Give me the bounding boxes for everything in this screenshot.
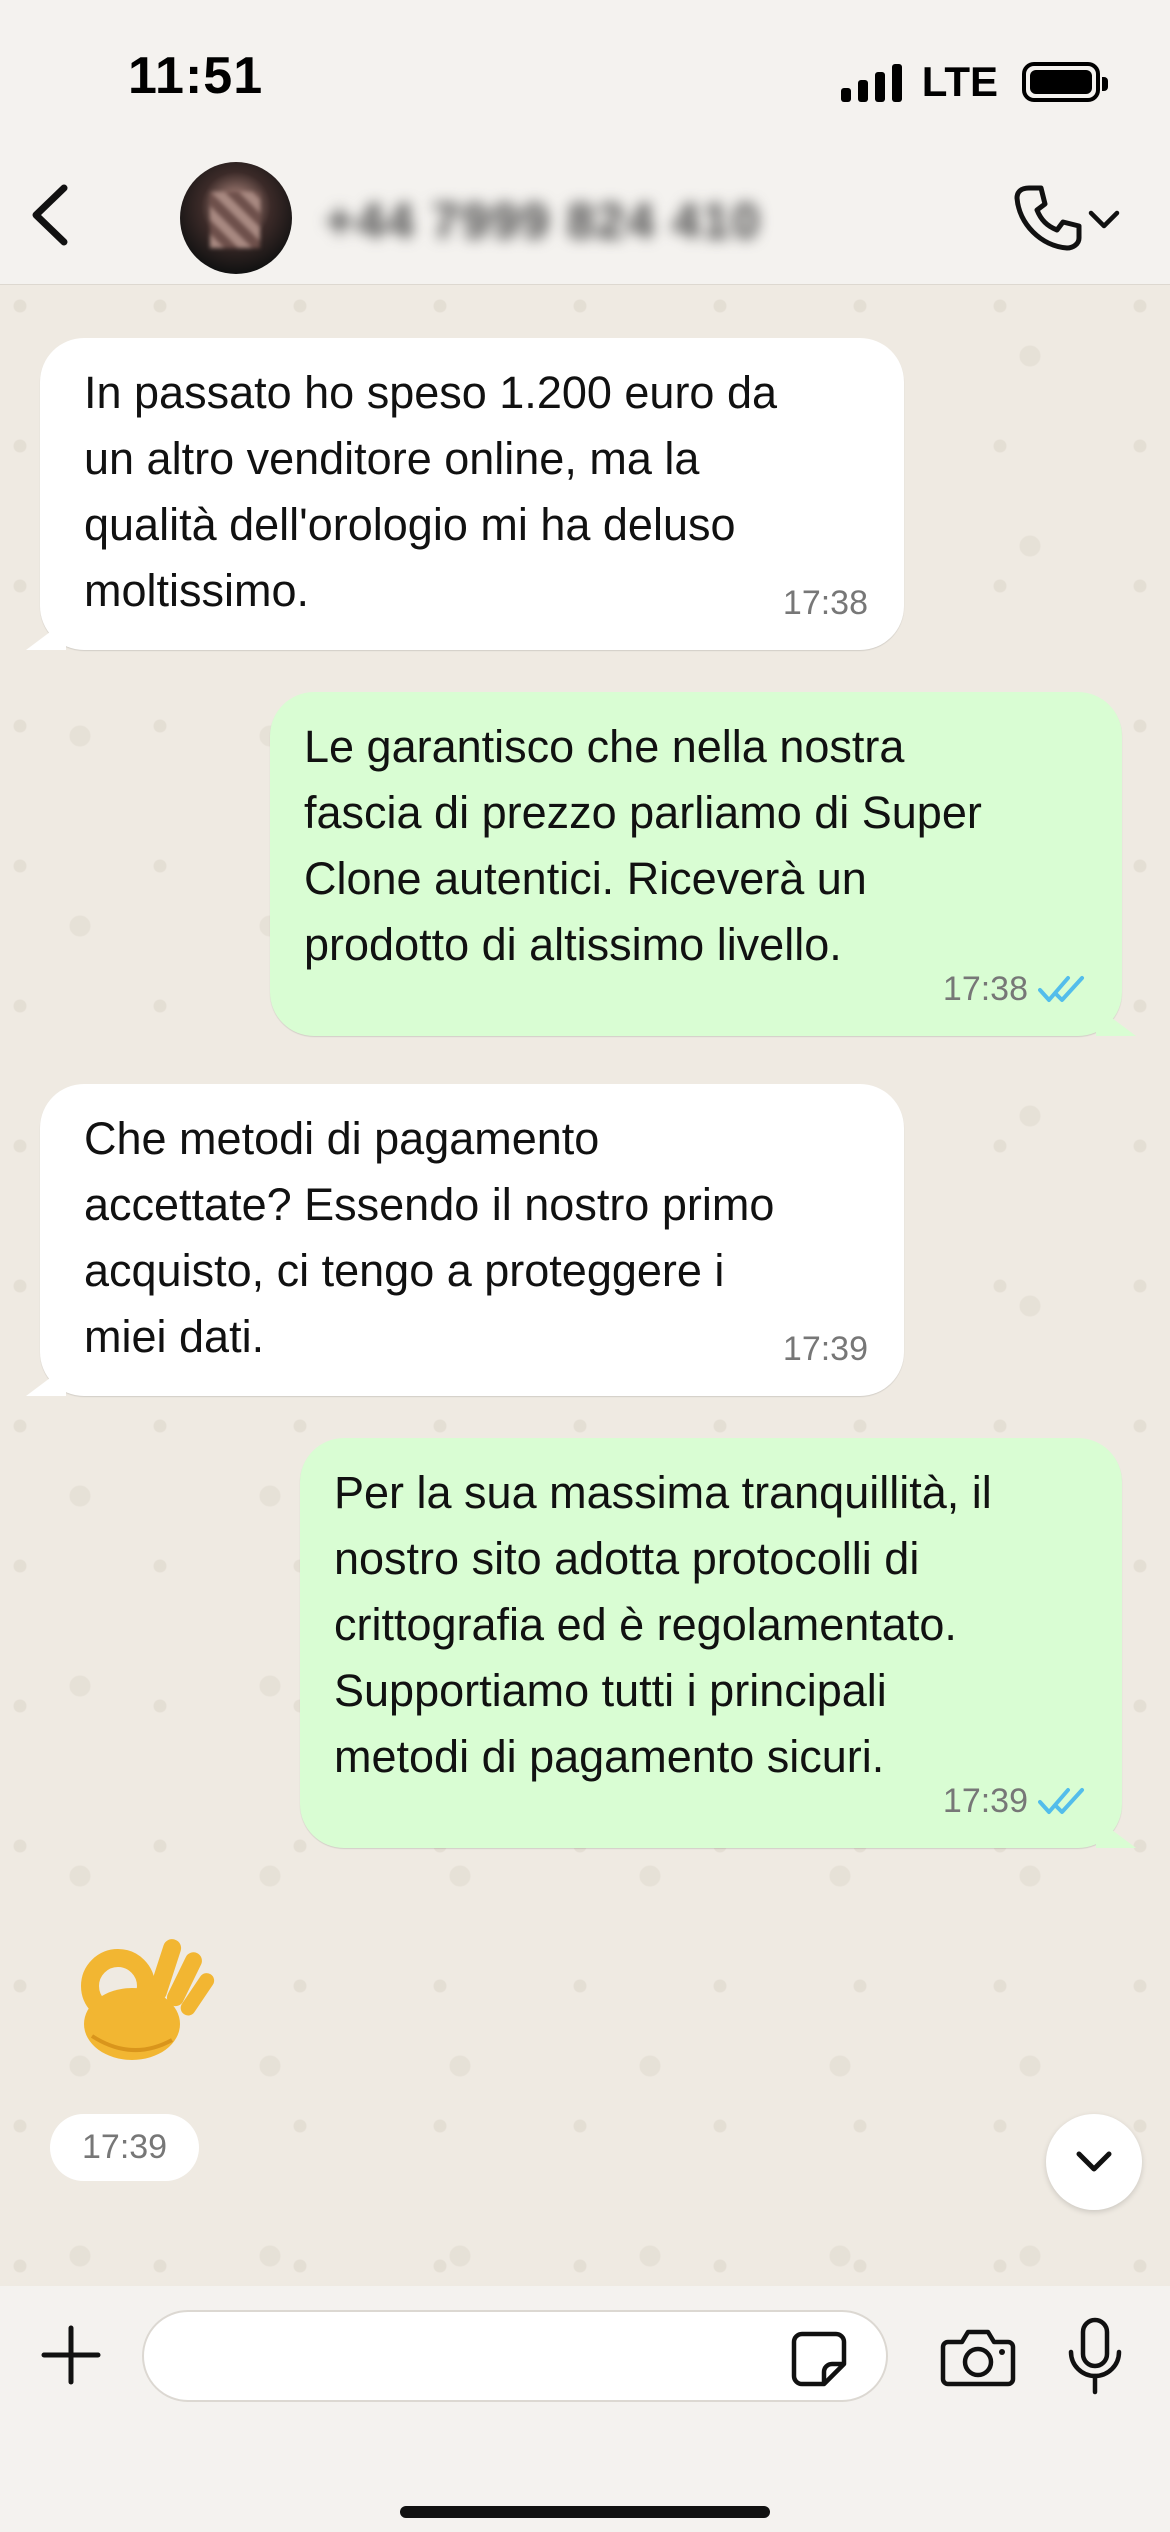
message-text: In passato ho speso 1.200 euro da un alt… <box>84 367 778 616</box>
status-time: 11:51 <box>128 47 264 105</box>
phone-call-icon <box>1014 185 1082 251</box>
message-input[interactable] <box>142 2310 888 2402</box>
message-time: 17:38 <box>782 584 868 622</box>
microphone-icon[interactable] <box>1065 2316 1125 2398</box>
plus-icon[interactable] <box>38 2322 104 2388</box>
read-receipt-icon <box>1038 976 1084 1002</box>
sticker-icon[interactable] <box>790 2330 848 2388</box>
chevron-down-icon <box>1076 2151 1112 2172</box>
chevron-down-icon <box>1088 210 1120 229</box>
message-time: 17:38 <box>942 970 1028 1008</box>
message-text: Che metodi di pagamento accettate? Essen… <box>84 1113 775 1362</box>
status-bar: 11:51 LTE <box>0 0 1170 150</box>
message-meta: 17:39 <box>943 1768 1086 1834</box>
message-composer <box>0 2286 1170 2532</box>
battery-icon <box>1022 62 1108 102</box>
chat-header: +44 7999 824 410 <box>0 150 1170 285</box>
camera-icon[interactable] <box>940 2326 1016 2388</box>
message-meta: 17:39 <box>783 1316 868 1382</box>
network-type: LTE <box>921 58 998 105</box>
chat-area[interactable]: In passato ho speso 1.200 euro da un alt… <box>0 286 1170 2286</box>
message-meta: 17:38 <box>943 956 1086 1022</box>
home-indicator <box>400 2506 770 2518</box>
contact-name[interactable]: +44 7999 824 410 <box>325 192 762 250</box>
message-time: 17:39 <box>50 2114 200 2181</box>
avatar[interactable] <box>180 162 292 274</box>
message-text: Le garantisco che nella nostra fascia di… <box>304 721 982 970</box>
ok-hand-emoji[interactable] <box>72 1916 222 2066</box>
call-button[interactable] <box>1007 178 1122 258</box>
read-receipt-icon <box>1038 1788 1084 1814</box>
status-indicators: LTE <box>840 58 1108 106</box>
message-meta: 17:38 <box>783 570 868 636</box>
signal-strength-icon <box>840 62 902 102</box>
back-button[interactable] <box>18 170 88 260</box>
message-time: 17:39 <box>942 1782 1028 1820</box>
message-outgoing[interactable]: Le garantisco che nella nostra fascia di… <box>270 692 1122 1036</box>
message-incoming[interactable]: In passato ho speso 1.200 euro da un alt… <box>40 338 904 650</box>
message-text: Per la sua massima tranquillità, il nost… <box>334 1467 992 1782</box>
message-time: 17:39 <box>782 1330 868 1368</box>
scroll-to-bottom-button[interactable] <box>1046 2114 1142 2210</box>
back-chevron-icon <box>32 184 68 246</box>
message-outgoing[interactable]: Per la sua massima tranquillità, il nost… <box>300 1438 1122 1848</box>
message-incoming[interactable]: Che metodi di pagamento accettate? Essen… <box>40 1084 904 1396</box>
